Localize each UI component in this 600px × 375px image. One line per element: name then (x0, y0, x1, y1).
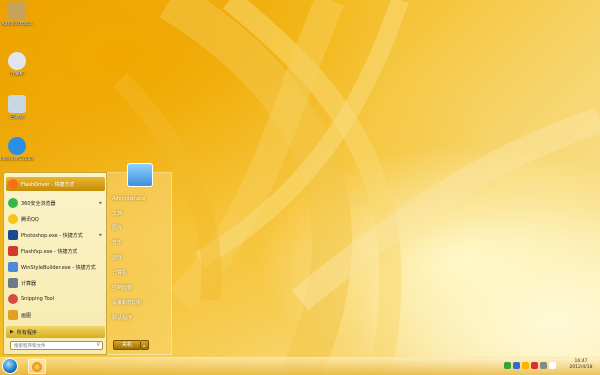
menu-item-label: Snipping Tool (21, 296, 55, 302)
search-icon[interactable]: ⚲ (96, 342, 100, 348)
places-item-devices-printers[interactable]: 设备和打印机 (112, 299, 142, 306)
menu-item-flashfxp[interactable]: Flashfxp.exe - 快捷方式 (6, 244, 105, 258)
desktop-icon-recycle-bin[interactable]: 回收站 (0, 95, 34, 121)
winstylebuilder-icon (8, 262, 18, 272)
desktop-icon-administrator[interactable]: Administrator (0, 2, 34, 28)
clock-date: 2012/4/18 (569, 365, 593, 370)
start-menu-places-pane: Administrator 文档 图片 音乐 游戏 计算机 控制面板 设备和打印… (107, 163, 172, 355)
menu-item-label: WinStyleBuilder.exe - 快捷方式 (21, 264, 96, 271)
submenu-arrow-icon[interactable]: ▸ (99, 200, 102, 206)
menu-item-paint[interactable]: 画图 (6, 308, 105, 322)
places-item-games[interactable]: 游戏 (112, 254, 122, 261)
places-item-computer[interactable]: 计算机 (112, 269, 127, 276)
desktop-icon-label: 计算机 (10, 72, 24, 77)
all-programs-label: 所有程序 (16, 329, 37, 336)
menu-item-snipping-tool[interactable]: Snipping Tool (6, 292, 105, 306)
places-item-documents[interactable]: 文档 (112, 210, 122, 217)
calculator-icon (8, 278, 18, 288)
desktop-icon-label: Administrator (1, 22, 33, 27)
menu-item-label: 腾讯QQ (21, 216, 39, 223)
user-picture[interactable] (127, 163, 153, 187)
tray-network-icon[interactable] (504, 362, 511, 369)
desktop-icon-computer[interactable]: 计算机 (0, 52, 34, 78)
tray-app-icon[interactable] (522, 362, 529, 369)
qq-icon (8, 214, 18, 224)
start-menu: FlashDriver - 快捷方式 360安全浏览器 ▸ 腾讯QQ Photo… (0, 163, 172, 355)
flashdriver-icon (32, 362, 42, 372)
start-menu-programs-pane: FlashDriver - 快捷方式 360安全浏览器 ▸ 腾讯QQ Photo… (3, 172, 107, 355)
menu-item-360-browser[interactable]: 360安全浏览器 ▸ (6, 196, 105, 210)
recycle-bin-icon (8, 95, 26, 113)
menu-item-label: 计算器 (21, 280, 37, 287)
360-browser-icon (8, 198, 18, 208)
flashfxp-icon (8, 246, 18, 256)
desktop-icon-label: 回收站 (10, 115, 24, 120)
menu-item-photoshop[interactable]: Photoshop.exe - 快捷方式 ▸ (6, 228, 105, 242)
triangle-right-icon: ▶ (10, 329, 14, 335)
submenu-arrow-icon[interactable]: ▸ (99, 232, 102, 238)
menu-item-label: 360安全浏览器 (21, 200, 56, 207)
shutdown-options-arrow-icon[interactable]: ▸ (141, 340, 149, 350)
start-button[interactable] (2, 358, 18, 374)
taskbar-clock[interactable]: 16:47 2012/4/18 (566, 359, 596, 371)
internet-explorer-icon (8, 137, 26, 155)
start-search-box[interactable]: ⚲ (10, 341, 103, 350)
taskbar-app-flashdriver[interactable] (28, 359, 46, 374)
user-folder-icon (8, 2, 26, 20)
tray-security-icon[interactable] (513, 362, 520, 369)
places-item-user[interactable]: Administrator (112, 196, 146, 202)
places-item-default-programs[interactable]: 默认程序 (112, 314, 132, 321)
desktop-icon-label: Internet Explorer (0, 157, 34, 162)
places-item-pictures[interactable]: 图片 (112, 224, 122, 231)
places-item-music[interactable]: 音乐 (112, 239, 122, 246)
desktop-icon-internet-explorer[interactable]: Internet Explorer (0, 137, 34, 163)
tray-flag-icon[interactable] (531, 362, 538, 369)
menu-item-winstylebuilder[interactable]: WinStyleBuilder.exe - 快捷方式 (6, 260, 105, 274)
tray-display-icon[interactable] (540, 362, 547, 369)
shutdown-button[interactable]: 关机 (113, 340, 141, 350)
taskbar: 16:47 2012/4/18 (0, 357, 600, 375)
all-programs-button[interactable]: ▶ 所有程序 (6, 326, 105, 338)
paint-icon (8, 310, 18, 320)
menu-item-label: 画图 (21, 312, 32, 319)
system-tray (504, 362, 556, 369)
places-item-control-panel[interactable]: 控制面板 (112, 284, 132, 291)
photoshop-icon (8, 230, 18, 240)
computer-icon (8, 52, 26, 70)
snipping-tool-icon (8, 294, 18, 304)
menu-item-label: Photoshop.exe - 快捷方式 (21, 232, 83, 239)
start-search-input[interactable] (11, 343, 94, 350)
tray-volume-icon[interactable] (549, 362, 556, 369)
menu-item-label: FlashDriver - 快捷方式 (21, 181, 75, 188)
flashdriver-icon (8, 179, 18, 189)
menu-item-label: Flashfxp.exe - 快捷方式 (21, 248, 78, 255)
menu-item-qq[interactable]: 腾讯QQ (6, 212, 105, 226)
menu-item-flashdriver[interactable]: FlashDriver - 快捷方式 (6, 177, 105, 191)
menu-item-calculator[interactable]: 计算器 (6, 276, 105, 290)
